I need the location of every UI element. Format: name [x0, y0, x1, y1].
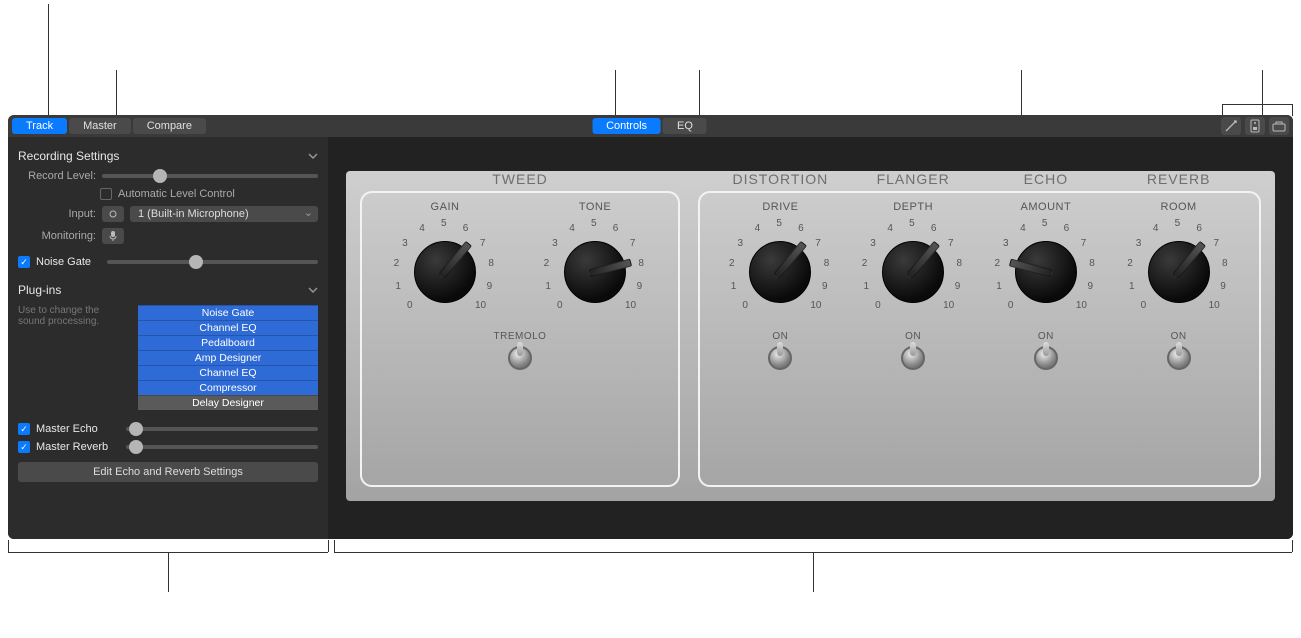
- knob-dial[interactable]: 012345678910: [535, 215, 655, 325]
- sidebar: Recording Settings Record Level: Automat…: [8, 137, 328, 539]
- chevron-down-icon: [308, 285, 318, 295]
- toolbar-right: [1221, 117, 1289, 135]
- knob-unit: ROOM 012345678910: [1114, 201, 1244, 325]
- master-reverb-slider[interactable]: [126, 445, 318, 449]
- recording-settings-title: Recording Settings: [18, 149, 119, 163]
- toolbox-icon[interactable]: [1269, 117, 1289, 135]
- master-echo-slider[interactable]: [126, 427, 318, 431]
- tuner-icon[interactable]: [1221, 117, 1241, 135]
- toggle-switch[interactable]: [508, 346, 532, 370]
- toggle-switch[interactable]: [1167, 346, 1191, 370]
- knob-label: GAIN: [380, 201, 510, 213]
- knob-label: TONE: [530, 201, 660, 213]
- knob-unit: AMOUNT 012345678910: [981, 201, 1111, 325]
- effect-column: REVERBROOM012345678910ON: [1114, 203, 1244, 370]
- tab-compare[interactable]: Compare: [133, 118, 206, 134]
- recording-settings-header[interactable]: Recording Settings: [18, 145, 318, 167]
- knob-unit: TONE 012345678910: [530, 201, 660, 325]
- switch-label: TREMOLO: [376, 331, 664, 342]
- plugin-item[interactable]: Delay Designer: [138, 395, 318, 410]
- plugins-header[interactable]: Plug-ins: [18, 279, 318, 301]
- plugin-item[interactable]: Compressor: [138, 380, 318, 395]
- toolbar: Track Master Compare Controls EQ: [8, 115, 1293, 137]
- toolbar-left: Track Master Compare: [12, 118, 208, 134]
- plugin-item[interactable]: Channel EQ: [138, 365, 318, 380]
- knob-dial[interactable]: 012345678910: [385, 215, 505, 325]
- effect-column: ECHOAMOUNT012345678910ON: [981, 203, 1111, 370]
- tab-track[interactable]: Track: [12, 118, 67, 134]
- master-reverb-checkbox[interactable]: ✓: [18, 441, 30, 453]
- knob-unit: GAIN 012345678910: [380, 201, 510, 325]
- toggle-switch[interactable]: [901, 346, 925, 370]
- monitoring-button[interactable]: [102, 228, 124, 244]
- noise-gate-slider[interactable]: [107, 260, 318, 264]
- main-area: TWEED GAIN 012345678910 TONE 012345678910 TRE…: [328, 137, 1293, 539]
- edit-echo-reverb-button[interactable]: Edit Echo and Reverb Settings: [18, 462, 318, 482]
- plugins-title: Plug-ins: [18, 283, 61, 297]
- group-title: REVERB: [1114, 171, 1244, 187]
- effect-column: FLANGERDEPTH012345678910ON: [848, 203, 978, 370]
- knob-label: DEPTH: [848, 201, 978, 213]
- knob-dial[interactable]: 012345678910: [1119, 215, 1239, 325]
- noise-gate-label: Noise Gate: [36, 256, 91, 268]
- knob-unit: DEPTH 012345678910: [848, 201, 978, 325]
- knob-label: ROOM: [1114, 201, 1244, 213]
- monitoring-label: Monitoring:: [18, 230, 96, 242]
- input-channel-button[interactable]: [102, 206, 124, 222]
- effect-column: DISTORTIONDRIVE012345678910ON: [715, 203, 845, 370]
- pedal-group-effects: DISTORTIONDRIVE012345678910ONFLANGERDEPT…: [698, 191, 1261, 487]
- record-level-slider[interactable]: [102, 174, 318, 178]
- tab-master[interactable]: Master: [69, 118, 131, 134]
- plugin-item[interactable]: Pedalboard: [138, 335, 318, 350]
- knob-label: DRIVE: [715, 201, 845, 213]
- toggle-switch[interactable]: [1034, 346, 1058, 370]
- noise-gate-checkbox[interactable]: ✓: [18, 256, 30, 268]
- knob-unit: DRIVE 012345678910: [715, 201, 845, 325]
- switch-label: ON: [715, 331, 845, 342]
- switch-label: ON: [1114, 331, 1244, 342]
- master-echo-label: Master Echo: [36, 423, 120, 435]
- plugins-help-text: Use to change the sound processing.: [18, 305, 128, 410]
- switch-label: ON: [848, 331, 978, 342]
- input-label: Input:: [18, 208, 96, 220]
- pedal-group-tweed: TWEEDGAIN012345678910TONE012345678910TRE…: [360, 191, 680, 487]
- tab-eq[interactable]: EQ: [663, 118, 707, 134]
- input-select[interactable]: 1 (Built-in Microphone): [130, 206, 318, 222]
- pedalboard-icon[interactable]: [1245, 117, 1265, 135]
- plugin-item[interactable]: Amp Designer: [138, 350, 318, 365]
- group-title: FLANGER: [848, 171, 978, 187]
- plugin-item[interactable]: Channel EQ: [138, 320, 318, 335]
- tab-controls[interactable]: Controls: [592, 118, 661, 134]
- group-title: TWEED: [376, 171, 664, 187]
- app-window: Track Master Compare Controls EQ Recordi…: [8, 115, 1293, 539]
- group-title: ECHO: [981, 171, 1111, 187]
- chevron-down-icon: [308, 151, 318, 161]
- knob-label: AMOUNT: [981, 201, 1111, 213]
- record-level-label: Record Level:: [18, 170, 96, 182]
- amp-panel: TWEED GAIN 012345678910 TONE 012345678910 TRE…: [346, 171, 1275, 501]
- auto-level-label: Automatic Level Control: [118, 188, 235, 200]
- switch-label: ON: [981, 331, 1111, 342]
- master-reverb-label: Master Reverb: [36, 441, 120, 453]
- knob-dial[interactable]: 012345678910: [720, 215, 840, 325]
- auto-level-checkbox[interactable]: [100, 188, 112, 200]
- knob-dial[interactable]: 012345678910: [986, 215, 1106, 325]
- toggle-switch[interactable]: [768, 346, 792, 370]
- plugin-list: Noise GateChannel EQPedalboardAmp Design…: [138, 305, 318, 410]
- plugin-item[interactable]: Noise Gate: [138, 305, 318, 320]
- toolbar-center: Controls EQ: [592, 118, 709, 134]
- knob-dial[interactable]: 012345678910: [853, 215, 973, 325]
- group-title: DISTORTION: [715, 171, 845, 187]
- master-echo-checkbox[interactable]: ✓: [18, 423, 30, 435]
